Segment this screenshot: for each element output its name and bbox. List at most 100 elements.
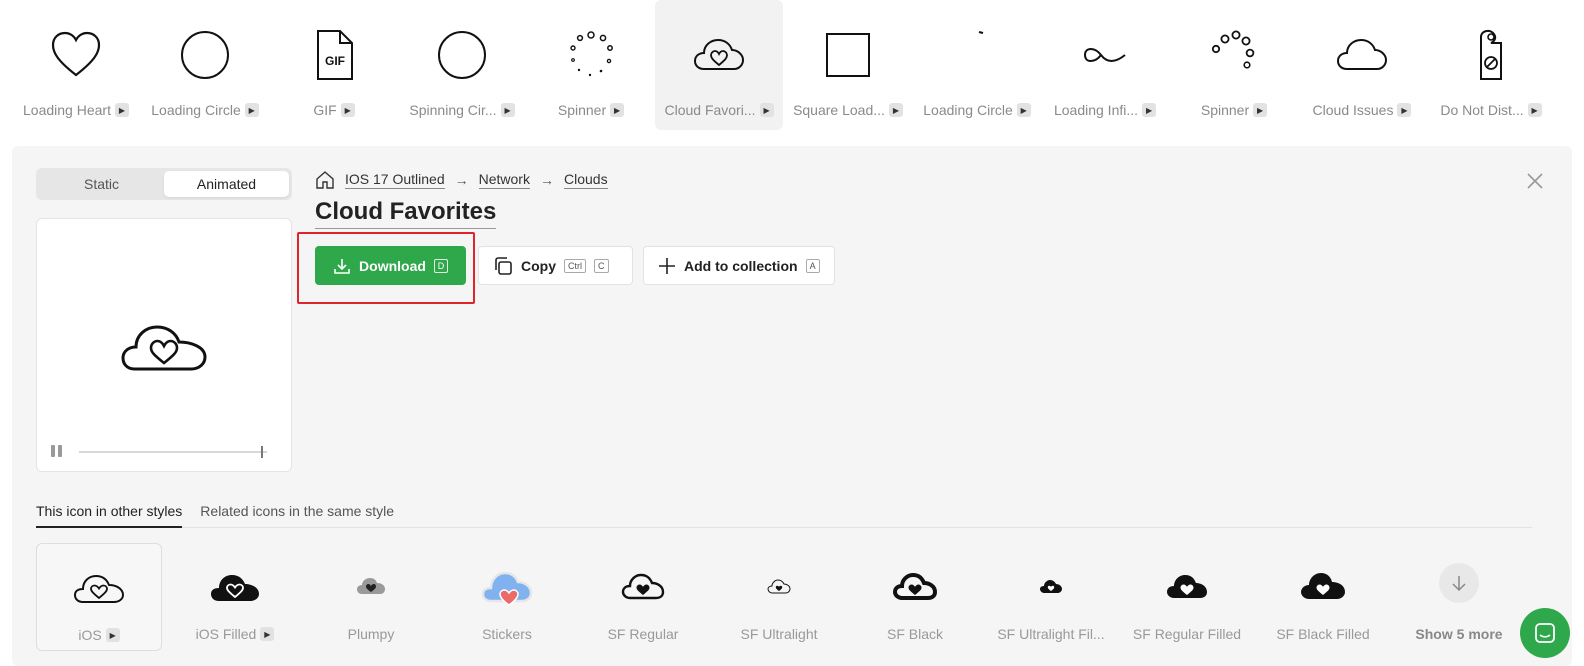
tab-other-styles[interactable]: This icon in other styles <box>36 502 183 528</box>
strip-label: GIF ▶ <box>270 102 398 118</box>
strip-item-do-not-disturb[interactable]: Do Not Dist... ▶ <box>1427 0 1555 130</box>
cloud-heart-sf-black-icon <box>887 559 943 615</box>
strip-item-square-loader[interactable]: Square Load... ▶ <box>784 0 912 130</box>
circle-icon <box>173 23 237 87</box>
spinner-dots-icon <box>559 23 623 87</box>
strip-item-spinner[interactable]: Spinner ▶ <box>527 0 655 130</box>
page: Loading Heart ▶ Loading Circle ▶ GIF GIF ▶ … <box>0 0 1584 666</box>
chat-support-button[interactable] <box>1520 608 1570 658</box>
style-item-sf-regular-filled[interactable]: SF Regular Filled <box>1124 543 1250 651</box>
add-to-collection-label: Add to collection <box>684 257 798 274</box>
style-item-plumpy[interactable]: Plumpy <box>308 543 434 651</box>
cloud-icon <box>1330 23 1394 87</box>
cloud-heart-filled-icon <box>207 559 263 615</box>
chat-icon <box>1535 623 1555 643</box>
strip-label: Spinner ▶ <box>1170 102 1298 118</box>
pause-icon[interactable] <box>51 445 65 459</box>
cloud-heart-sf-black-filled-icon <box>1295 559 1351 615</box>
copy-shortcut-ctrl: Ctrl <box>564 258 586 273</box>
strip-label: Square Load... ▶ <box>784 102 912 118</box>
style-label: SF Regular <box>607 626 679 642</box>
show-more-label: Show 5 more <box>1415 626 1503 642</box>
style-item-ios-filled[interactable]: iOS Filled ▶ <box>172 543 298 651</box>
strip-label: Cloud Favori... ▶ <box>655 102 783 118</box>
spinning-circle-icon <box>430 23 494 87</box>
static-animated-toggle: Static Animated <box>36 168 292 200</box>
add-shortcut-key: A <box>805 258 820 273</box>
play-icon: ▶ <box>610 103 625 117</box>
style-label: SF Ultralight Fil... <box>997 626 1105 642</box>
toggle-static[interactable]: Static <box>39 171 164 197</box>
spinner-circles-icon <box>1202 23 1266 87</box>
strip-label: Cloud Issues ▶ <box>1298 102 1426 118</box>
breadcrumb-link-network[interactable]: Network <box>478 171 530 189</box>
style-item-sf-regular[interactable]: SF Regular <box>580 543 706 651</box>
action-bar: Download D Copy Ctrl C Add to collection… <box>297 232 835 304</box>
cloud-heart-plumpy-icon <box>343 559 399 615</box>
download-label: Download <box>359 257 426 274</box>
related-icons-strip: Loading Heart ▶ Loading Circle ▶ GIF GIF ▶ … <box>0 0 1584 132</box>
strip-item-loading-circle[interactable]: Loading Circle ▶ <box>141 0 269 130</box>
play-icon: ▶ <box>114 103 129 117</box>
svg-text:GIF: GIF <box>325 54 345 68</box>
strip-item-cloud-issues[interactable]: Cloud Issues ▶ <box>1298 0 1426 130</box>
strip-item-loading-infinity[interactable]: Loading Infi... ▶ <box>1041 0 1169 130</box>
style-item-sf-black[interactable]: SF Black <box>852 543 978 651</box>
download-shortcut-key: D <box>433 258 448 273</box>
icon-preview <box>36 218 292 472</box>
show-more-button[interactable]: Show 5 more <box>1396 543 1522 651</box>
play-icon: ▶ <box>1253 103 1268 117</box>
strip-label: Do Not Dist... ▶ <box>1427 102 1555 118</box>
tab-related-icons[interactable]: Related icons in the same style <box>200 502 394 528</box>
play-icon: ▶ <box>888 103 903 117</box>
strip-item-loading-heart[interactable]: Loading Heart ▶ <box>12 0 140 130</box>
home-icon[interactable] <box>315 170 335 190</box>
play-icon: ▶ <box>1397 103 1412 117</box>
play-icon: ▶ <box>1142 103 1157 117</box>
toggle-animated[interactable]: Animated <box>164 171 289 197</box>
copy-icon <box>495 256 512 275</box>
strip-item-gif[interactable]: GIF GIF ▶ <box>270 0 398 130</box>
download-button[interactable]: Download D <box>315 246 466 285</box>
door-hanger-icon <box>1459 23 1523 87</box>
strip-label: Loading Heart ▶ <box>12 102 140 118</box>
strip-label: Spinning Cir... ▶ <box>398 102 526 118</box>
icon-title: Cloud Favorites <box>315 198 497 229</box>
style-item-sf-ultralight[interactable]: SF Ultralight <box>716 543 842 651</box>
style-label: SF Black <box>886 626 943 642</box>
style-label: iOS Filled ▶ <box>172 626 298 642</box>
style-label: SF Ultralight <box>740 626 818 642</box>
style-item-stickers[interactable]: Stickers <box>444 543 570 651</box>
style-label: Plumpy <box>347 626 395 642</box>
cloud-heart-preview-icon <box>121 325 207 371</box>
style-item-sf-black-filled[interactable]: SF Black Filled <box>1260 543 1386 651</box>
style-item-sf-ultralight-filled[interactable]: SF Ultralight Fil... <box>988 543 1114 651</box>
breadcrumb-separator: → <box>454 172 469 188</box>
arrow-down-icon <box>1439 563 1479 603</box>
strip-item-spinner-2[interactable]: Spinner ▶ <box>1170 0 1298 130</box>
cloud-heart-sf-ultralight-filled-icon <box>1023 559 1079 615</box>
strip-label: Loading Circle ▶ <box>913 102 1041 118</box>
breadcrumb-link-ios-17-outlined[interactable]: IOS 17 Outlined <box>345 171 445 189</box>
cloud-heart-outline-icon <box>71 560 127 616</box>
strip-item-spinning-circle[interactable]: Spinning Cir... ▶ <box>398 0 526 130</box>
breadcrumb-separator: → <box>539 172 554 188</box>
play-icon: ▶ <box>1016 103 1031 117</box>
progress-handle[interactable] <box>261 446 264 458</box>
play-icon: ▶ <box>340 103 355 117</box>
cloud-heart-sf-regular-filled-icon <box>1159 559 1215 615</box>
close-icon[interactable] <box>1524 170 1546 192</box>
animation-progress-slider[interactable] <box>79 446 267 458</box>
play-icon: ▶ <box>500 103 515 117</box>
style-item-ios[interactable]: iOS ▶ <box>36 543 162 651</box>
style-label: iOS ▶ <box>37 627 161 643</box>
strip-item-cloud-favorites[interactable]: Cloud Favori... ▶ <box>655 0 783 130</box>
copy-button[interactable]: Copy Ctrl C <box>478 246 633 285</box>
breadcrumb-link-clouds[interactable]: Clouds <box>563 171 608 189</box>
strip-item-loading-circle-2[interactable]: Loading Circle ▶ <box>913 0 1041 130</box>
cloud-heart-sf-regular-icon <box>615 559 671 615</box>
plus-icon <box>659 257 675 274</box>
breadcrumb: IOS 17 Outlined → Network → Clouds <box>315 170 608 190</box>
download-icon <box>334 258 350 274</box>
add-to-collection-button[interactable]: Add to collection A <box>643 246 835 285</box>
